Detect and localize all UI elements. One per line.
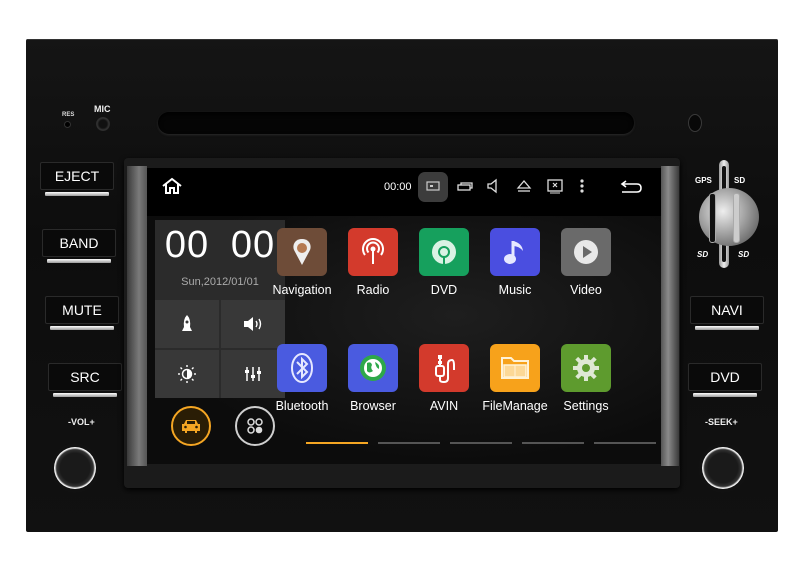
music-note-icon [490, 228, 540, 276]
screenshot-icon[interactable] [424, 177, 444, 195]
home-icon[interactable] [161, 177, 183, 195]
radio-antenna-icon [348, 228, 398, 276]
bluetooth-icon [277, 344, 327, 392]
band-button[interactable]: BAND [42, 229, 116, 263]
src-button[interactable]: SRC [48, 363, 122, 397]
app-bluetooth[interactable]: Bluetooth [266, 344, 338, 413]
sd-slot-right[interactable] [733, 193, 740, 243]
mic-label: MIC [94, 104, 111, 114]
app-navigation[interactable]: Navigation [266, 228, 338, 297]
volume-button[interactable] [221, 300, 285, 348]
navi-button[interactable]: NAVI [690, 296, 764, 330]
disc-slot [158, 112, 634, 134]
dvd-button[interactable]: DVD [688, 363, 762, 397]
app-label: Browser [350, 399, 396, 413]
touchscreen: 00:00 00 00 Sun,2012/01/01 Navigation Ra… [147, 168, 661, 464]
app-label: Bluetooth [275, 399, 329, 413]
sd-slot-left[interactable] [709, 193, 716, 243]
clock-text: 00:00 [384, 181, 412, 193]
speaker-icon [244, 317, 262, 331]
disc-icon [419, 228, 469, 276]
folder-icon [490, 344, 540, 392]
volume-label: -VOL+ [68, 417, 95, 427]
card-slot-cover [699, 188, 759, 246]
car-icon [182, 420, 200, 433]
sd-logo-right: SD [738, 250, 750, 259]
emergency-eject-hole [688, 114, 702, 132]
seek-knob[interactable] [702, 447, 744, 489]
volume-icon[interactable] [484, 177, 504, 195]
globe-icon [348, 344, 398, 392]
gps-label: GPS [695, 176, 712, 185]
eject-button[interactable]: EJECT [40, 162, 114, 196]
app-radio[interactable]: Radio [337, 228, 409, 297]
reset-button[interactable] [64, 121, 71, 128]
status-bar: 00:00 [147, 168, 661, 204]
page-dot[interactable] [522, 442, 584, 444]
page-dot[interactable] [450, 442, 512, 444]
app-label: FileManage [482, 399, 548, 413]
page-dot[interactable] [594, 442, 656, 444]
app-dvd[interactable]: DVD [408, 228, 480, 297]
volume-knob[interactable] [54, 447, 96, 489]
equalizer-icon [245, 367, 261, 381]
app-label: Navigation [272, 283, 332, 297]
bezel-left-edge [127, 166, 147, 466]
app-browser[interactable]: Browser [337, 344, 409, 413]
brightness-button[interactable] [155, 350, 219, 398]
eject-icon[interactable] [514, 177, 534, 195]
close-screen-icon[interactable] [545, 177, 565, 195]
sd-logo-left: SD [697, 250, 709, 259]
page-dot[interactable] [378, 442, 440, 444]
res-label: RES [62, 112, 75, 118]
play-icon [561, 228, 611, 276]
widget-hours: 00 [164, 224, 210, 266]
mute-button[interactable]: MUTE [45, 296, 119, 330]
rocket-button[interactable] [155, 300, 219, 348]
car-button[interactable] [171, 406, 211, 446]
rocket-icon [182, 315, 192, 331]
recent-apps-icon[interactable] [455, 177, 475, 195]
page-dot[interactable] [306, 442, 368, 444]
app-music[interactable]: Music [479, 228, 551, 297]
brightness-icon [178, 365, 196, 383]
menu-dots-icon[interactable] [577, 177, 597, 195]
sd-label: SD [734, 176, 746, 185]
navigation-pin-icon [277, 228, 327, 276]
app-label: AVIN [429, 399, 459, 413]
app-settings[interactable]: Settings [550, 344, 622, 413]
seek-label: -SEEK+ [705, 417, 738, 427]
apps-grid-icon [247, 418, 263, 434]
app-label: DVD [430, 283, 458, 297]
app-video[interactable]: Video [550, 228, 622, 297]
app-avin[interactable]: AVIN [408, 344, 480, 413]
av-cable-icon [419, 344, 469, 392]
app-label: Settings [563, 399, 609, 413]
app-label: Radio [356, 283, 390, 297]
gear-icon [561, 344, 611, 392]
app-label: Video [570, 283, 602, 297]
mic-port [96, 117, 110, 131]
back-icon[interactable] [618, 177, 644, 195]
bezel-right-edge [661, 166, 679, 466]
app-filemanage[interactable]: FileManage [479, 344, 551, 413]
app-label: Music [498, 283, 532, 297]
